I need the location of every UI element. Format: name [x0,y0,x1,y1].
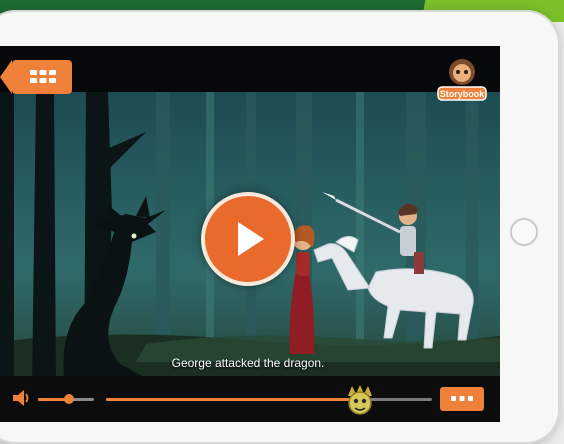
volume-knob[interactable] [63,394,74,404]
volume-slider[interactable] [38,394,94,404]
player-top-bar [0,46,500,92]
progress-bar[interactable] [106,385,432,415]
character-head-icon[interactable] [345,384,375,416]
more-button[interactable] [440,387,484,411]
grid-icon [30,70,56,83]
speaker-icon[interactable] [12,389,32,407]
menu-button[interactable] [0,60,72,94]
progress-fill [106,398,361,401]
video-player: Storybook George attacked the dragon. [0,46,500,422]
play-icon [238,222,264,256]
subtitle-caption: George attacked the dragon. [171,356,325,370]
storybook-logo: Storybook [437,59,487,101]
more-icon [451,396,473,401]
tablet-frame: Storybook George attacked the dragon. [0,10,560,444]
logo-text: Storybook [440,89,485,99]
control-bar [0,376,500,422]
home-button[interactable] [510,218,538,246]
menu-button-arrow [0,60,12,94]
play-button[interactable] [201,192,295,286]
